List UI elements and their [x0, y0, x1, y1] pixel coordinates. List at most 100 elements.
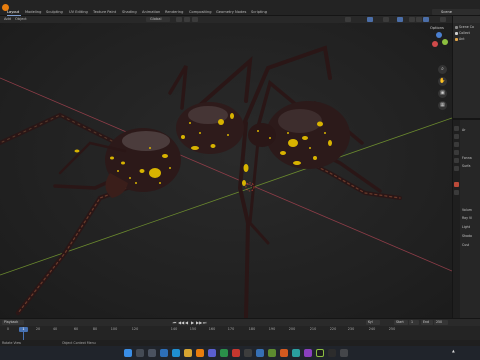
gizmo-x-icon[interactable] — [432, 41, 438, 47]
prop-row-ray-visibility[interactable]: Ray Vi — [462, 216, 472, 221]
prop-row-shadow[interactable]: Shado — [462, 234, 472, 239]
transform-orientation-label: Global — [150, 17, 162, 21]
edge-icon[interactable] — [172, 349, 180, 357]
timeline-tick: 250 — [388, 327, 396, 331]
tab-animation[interactable]: Animation — [142, 9, 160, 15]
app-icon[interactable] — [208, 349, 216, 357]
shading-solid-icon[interactable] — [416, 17, 422, 22]
play-icon[interactable]: ▶ — [190, 320, 195, 325]
zoom-icon[interactable]: ⌕ — [438, 65, 447, 74]
app-icon[interactable] — [232, 349, 240, 357]
outliner-row-ant[interactable]: Ant — [455, 37, 464, 42]
add-menu[interactable]: Add — [4, 16, 11, 23]
texture-tab-icon[interactable] — [454, 190, 459, 195]
play-reverse-icon[interactable]: ◀ — [184, 320, 189, 325]
shading-material-icon[interactable] — [423, 17, 429, 22]
outliner-row-scene-collection[interactable]: Scene Co — [455, 25, 474, 30]
timeline-header: Playback Kyl ⏮ ◀◀ ◀ ▶ ▶▶ ⏭ Start 1 End 2… — [0, 319, 480, 326]
xray-icon[interactable] — [397, 17, 403, 22]
proportional-edit-icon[interactable] — [192, 17, 198, 22]
output-tab-icon[interactable] — [454, 142, 459, 147]
timeline-tick: 20 — [35, 327, 41, 331]
overlay-icon[interactable] — [383, 17, 389, 22]
search-icon[interactable] — [136, 349, 144, 357]
tab-uv-editing[interactable]: UV Editing — [69, 9, 88, 15]
windows-start-icon[interactable] — [124, 349, 132, 357]
shading-rendered-icon[interactable] — [440, 17, 446, 22]
start-frame-field[interactable]: 1 — [409, 320, 419, 325]
timeline-tick: 80 — [92, 327, 98, 331]
prop-row-forward[interactable]: Fonna — [462, 156, 472, 161]
timeline-tick: 210 — [309, 327, 317, 331]
outliner-header — [453, 16, 480, 23]
camera-icon[interactable]: ▣ — [438, 89, 447, 98]
app-icon[interactable] — [328, 349, 336, 357]
tab-rendering[interactable]: Rendering — [165, 9, 183, 15]
timeline-panel[interactable]: Playback Kyl ⏮ ◀◀ ◀ ▶ ▶▶ ⏭ Start 1 End 2… — [0, 318, 480, 341]
prop-row-surface[interactable]: Surfa — [462, 164, 470, 169]
timeline-tick: 140 — [170, 327, 178, 331]
pan-hand-icon[interactable]: ✋ — [438, 77, 447, 86]
scene-selector[interactable] — [432, 9, 480, 15]
jump-keyframe-forward-icon[interactable]: ▶▶ — [196, 320, 202, 325]
outliner-panel: Scene Co Collect Ant — [452, 16, 480, 118]
jump-keyframe-back-icon[interactable]: ◀◀ — [178, 320, 184, 325]
widgets-icon[interactable] — [160, 349, 168, 357]
perspective-grid-icon[interactable]: ▦ — [438, 101, 447, 110]
ant-petiole — [248, 123, 276, 147]
tab-sculpting[interactable]: Sculpting — [46, 9, 63, 15]
gizmo-z-icon[interactable] — [436, 32, 442, 38]
prop-row-active[interactable]: Ar — [462, 128, 466, 133]
end-frame-field[interactable]: 250 — [434, 320, 448, 325]
app-icon[interactable] — [316, 349, 324, 357]
object-tab-icon[interactable] — [454, 166, 459, 171]
system-tray[interactable]: ▲ — [452, 349, 455, 353]
shading-wireframe-icon[interactable] — [409, 17, 415, 22]
jump-start-icon[interactable]: ⏮ — [172, 320, 177, 325]
app-icon[interactable] — [220, 349, 228, 357]
app-icon[interactable] — [256, 349, 264, 357]
tab-shading[interactable]: Shading — [122, 9, 137, 15]
blender-taskbar-icon[interactable] — [196, 349, 204, 357]
object-menu[interactable]: Object — [15, 16, 27, 23]
tab-compositing[interactable]: Compositing — [189, 9, 212, 15]
timeline-tick: 170 — [227, 327, 235, 331]
scene-name: Scene — [441, 10, 452, 14]
current-frame-indicator[interactable]: 1 — [19, 327, 28, 332]
file-explorer-icon[interactable] — [184, 349, 192, 357]
render-tab-icon[interactable] — [454, 134, 459, 139]
3d-viewport[interactable]: ⌕ ✋ ▣ ▦ — [0, 23, 452, 318]
keying-menu[interactable]: Kyl — [366, 320, 380, 325]
tab-texture-paint[interactable]: Texture Paint — [93, 9, 116, 15]
tab-scripting[interactable]: Scripting — [251, 9, 267, 15]
gizmo-y-icon[interactable] — [442, 39, 448, 45]
prop-row-volume[interactable]: Volum — [462, 208, 472, 213]
visibility-icon[interactable] — [345, 17, 351, 22]
task-view-icon[interactable] — [148, 349, 156, 357]
playback-menu[interactable]: Playback — [2, 320, 24, 325]
jump-end-icon[interactable]: ⏭ — [202, 320, 207, 325]
scene-tab-icon[interactable] — [454, 150, 459, 155]
timeline-tick: 40 — [52, 327, 58, 331]
windows-taskbar: ▲ — [0, 346, 480, 360]
app-icon[interactable] — [340, 349, 348, 357]
tool-tab-icon[interactable] — [454, 126, 459, 131]
prop-row-custom[interactable]: Cust — [462, 243, 469, 248]
material-tab-icon[interactable] — [454, 182, 459, 187]
tab-geometry-nodes[interactable]: Geometry Nodes — [216, 9, 246, 15]
tab-modeling[interactable]: Modeling — [25, 9, 41, 15]
gizmo-toggle-icon[interactable] — [367, 17, 373, 22]
app-icon[interactable] — [280, 349, 288, 357]
prop-row-light[interactable]: Light — [462, 225, 470, 230]
options-button[interactable]: Options — [430, 26, 444, 30]
app-icon[interactable] — [304, 349, 312, 357]
app-icon[interactable] — [244, 349, 252, 357]
world-tab-icon[interactable] — [454, 158, 459, 163]
app-icon[interactable] — [292, 349, 300, 357]
snap-icon[interactable] — [184, 17, 190, 22]
app-icon[interactable] — [268, 349, 276, 357]
timeline-tick: 180 — [248, 327, 256, 331]
pivot-icon[interactable] — [176, 17, 182, 22]
outliner-row-collection[interactable]: Collect — [455, 31, 470, 36]
start-frame-label: Start — [394, 320, 408, 325]
